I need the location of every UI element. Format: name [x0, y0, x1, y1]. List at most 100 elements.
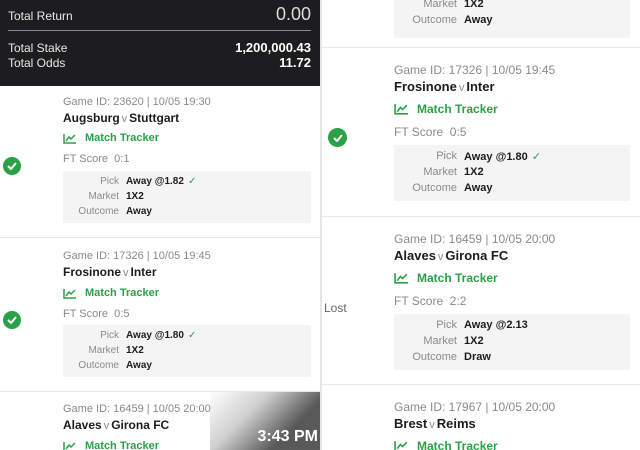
bet-details: Pick Away @1.80 ✓ Market 1X2 Outcome Away — [63, 325, 311, 377]
line-chart-icon — [63, 133, 76, 144]
right-screenshot-panel: Market 1X2 Outcome Away Game ID: 17326 |… — [322, 0, 640, 450]
bet-card: Game ID: 17967 | 10/05 20:00 Brest v Reims… — [322, 385, 640, 450]
outcome-label: Outcome — [412, 182, 457, 194]
outcome-value: Draw — [464, 351, 491, 363]
line-chart-icon — [394, 441, 408, 450]
game-id: Game ID: 17326 | 10/05 19:45 — [394, 63, 556, 77]
match-tracker-link[interactable]: Match Tracker — [394, 271, 498, 285]
match-tracker-link[interactable]: Match Tracker — [394, 102, 498, 116]
match-tracker-label: Match Tracker — [85, 287, 159, 299]
ft-score-value: 0:5 — [449, 125, 467, 139]
total-odds-label: Total Odds — [8, 56, 66, 70]
outcome-label: Outcome — [412, 351, 457, 363]
bet-card: Game ID: 16459 | 10/05 20:00 Alaves v Giro… — [322, 217, 640, 385]
ft-score-label: FT Score — [394, 294, 444, 308]
away-team: Girona FC — [445, 248, 509, 263]
clock-time: 3:43 PM — [257, 428, 318, 445]
versus-label: v — [123, 267, 129, 279]
line-chart-icon — [394, 104, 408, 115]
match-tracker-link[interactable]: Match Tracker — [63, 287, 159, 299]
versus-label: v — [458, 82, 465, 94]
pick-value: Away @1.80 — [126, 330, 184, 341]
check-circle-icon — [3, 311, 21, 329]
ft-score-label: FT Score — [394, 125, 444, 139]
match-teams: Brest v Reims — [394, 416, 476, 431]
total-odds-row: Total Odds 11.72 — [8, 55, 311, 70]
bet-card: Game ID: 17326 | 10/05 19:45 Frosinone v I… — [0, 238, 320, 392]
bet-details: Pick Away @1.82 ✓ Market 1X2 Outcome Away — [63, 171, 311, 223]
match-tracker-link[interactable]: Match Tracker — [63, 440, 159, 450]
ft-score: FT Score 2:2 — [394, 294, 466, 308]
away-team: Girona FC — [111, 418, 170, 432]
pick-label: Pick — [436, 319, 457, 331]
check-circle-icon — [3, 157, 21, 175]
status-lost-label: Lost — [324, 301, 347, 315]
game-id: Game ID: 16459 | 10/05 20:00 — [63, 403, 211, 415]
match-tracker-label: Match Tracker — [85, 132, 159, 144]
total-return-value: 0.00 — [275, 4, 311, 24]
left-screenshot-panel: Total Return 0.00 Total Stake 1,200,000.… — [0, 0, 320, 450]
match-teams: Frosinone v Inter — [63, 265, 157, 279]
match-tracker-label: Match Tracker — [85, 440, 159, 450]
away-team: Inter — [466, 79, 495, 94]
total-stake-value: 1,200,000.43 — [235, 40, 311, 55]
outcome-label: Outcome — [78, 206, 119, 217]
game-id: Game ID: 16459 | 10/05 20:00 — [394, 232, 556, 246]
outcome-value: Away — [464, 14, 493, 26]
ft-score-value: 0:1 — [114, 153, 130, 165]
checkmark-icon: ✓ — [187, 330, 197, 341]
market-value: 1X2 — [464, 335, 484, 347]
match-tracker-link[interactable]: Match Tracker — [394, 439, 498, 450]
outcome-label: Outcome — [412, 14, 457, 26]
bet-details: Market 1X2 Outcome Away — [394, 0, 630, 38]
home-team: Augsburg — [63, 111, 120, 125]
bet-card: Market 1X2 Outcome Away — [322, 0, 640, 48]
line-chart-icon — [63, 288, 76, 299]
home-team: Frosinone — [63, 265, 122, 279]
match-teams: Frosinone v Inter — [394, 79, 495, 94]
match-tracker-label: Match Tracker — [417, 439, 498, 450]
match-teams: Alaves v Girona FC — [63, 418, 169, 432]
match-teams: Augsburg v Stuttgart — [63, 111, 179, 125]
total-stake-row: Total Stake 1,200,000.43 — [8, 40, 311, 55]
away-team: Inter — [130, 265, 157, 279]
match-teams: Alaves v Girona FC — [394, 248, 508, 263]
pick-label: Pick — [100, 330, 119, 341]
pick-value: Away @2.13 — [464, 319, 528, 331]
away-team: Stuttgart — [129, 111, 180, 125]
checkmark-icon: ✓ — [187, 176, 197, 187]
line-chart-icon — [63, 441, 76, 450]
match-tracker-link[interactable]: Match Tracker — [63, 132, 159, 144]
market-label: Market — [88, 345, 119, 356]
ft-score: FT Score 0:5 — [394, 125, 466, 139]
bet-summary: Total Return 0.00 Total Stake 1,200,000.… — [0, 0, 320, 86]
home-team: Frosinone — [394, 79, 457, 94]
bet-card: Game ID: 23620 | 10/05 19:30 Augsburg v St… — [0, 86, 320, 238]
game-id: Game ID: 17326 | 10/05 19:45 — [63, 250, 211, 262]
bet-details: Pick Away @2.13 Market 1X2 Outcome Draw — [394, 314, 630, 370]
outcome-value: Away — [126, 360, 152, 371]
ft-score: FT Score 0:1 — [63, 153, 129, 165]
outcome-label: Outcome — [78, 360, 119, 371]
market-label: Market — [423, 0, 457, 10]
versus-label: v — [429, 419, 435, 431]
game-id: Game ID: 17967 | 10/05 20:00 — [394, 400, 556, 414]
ft-score-value: 2:2 — [449, 294, 467, 308]
market-label: Market — [423, 166, 457, 178]
away-team: Reims — [436, 416, 476, 431]
pick-value: Away @1.82 — [126, 176, 184, 187]
match-tracker-label: Match Tracker — [417, 102, 498, 116]
match-tracker-label: Match Tracker — [417, 271, 498, 285]
summary-divider — [8, 30, 311, 31]
market-label: Market — [88, 191, 119, 202]
home-team: Alaves — [63, 418, 102, 432]
total-return-row: Total Return 0.00 — [8, 4, 311, 25]
market-value: 1X2 — [464, 166, 484, 178]
checkmark-icon: ✓ — [531, 151, 541, 163]
home-team: Brest — [394, 416, 428, 431]
total-stake-label: Total Stake — [8, 41, 68, 55]
versus-label: v — [437, 251, 444, 263]
pick-value: Away @1.80 — [464, 151, 528, 163]
market-value: 1X2 — [126, 345, 144, 356]
bet-card: Game ID: 17326 | 10/05 19:45 Frosinone v I… — [322, 48, 640, 217]
